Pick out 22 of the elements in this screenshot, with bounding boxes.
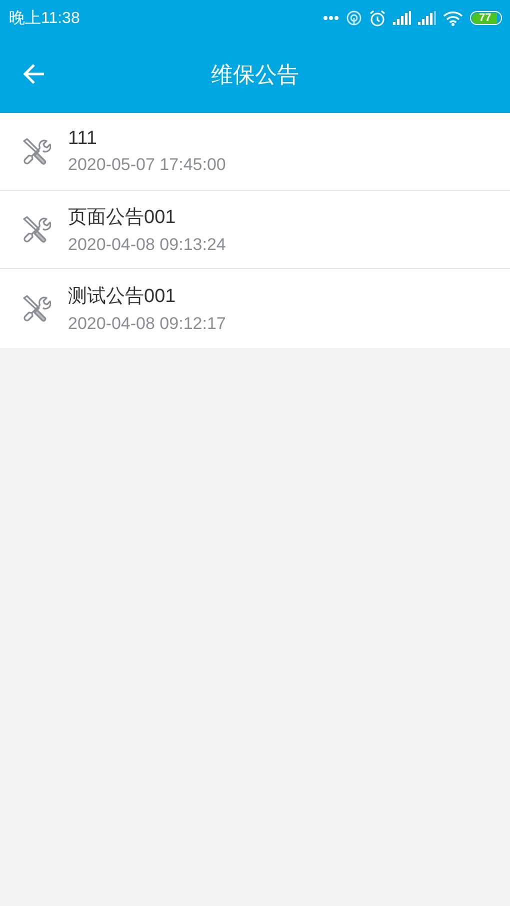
back-icon[interactable] <box>22 63 46 85</box>
notice-title: 测试公告001 <box>68 285 177 309</box>
notice-title: 页面公告001 <box>68 206 177 230</box>
tools-icon <box>21 136 51 166</box>
notice-item[interactable]: 页面公告001 2020-04-08 09:13:24 <box>0 191 510 269</box>
battery-icon: 77 <box>470 11 502 25</box>
notice-item[interactable]: 111 2020-05-07 17:45:00 <box>0 113 510 191</box>
hotspot-icon <box>346 10 362 26</box>
status-time: 晚上11:38 <box>9 8 80 28</box>
more-icon <box>323 15 339 21</box>
alarm-icon <box>369 10 386 26</box>
tools-icon <box>21 294 51 324</box>
notice-title: 111 <box>68 128 98 150</box>
wifi-icon <box>443 10 463 26</box>
signal-icon <box>418 11 436 25</box>
notice-time: 2020-05-07 17:45:00 <box>68 155 226 175</box>
signal-icon <box>393 11 411 25</box>
notice-time: 2020-04-08 09:13:24 <box>68 235 226 255</box>
notice-item[interactable]: 测试公告001 2020-04-08 09:12:17 <box>0 269 510 348</box>
page-title: 维保公告 <box>211 60 299 88</box>
notice-time: 2020-04-08 09:12:17 <box>68 314 226 334</box>
tools-icon <box>21 214 51 244</box>
